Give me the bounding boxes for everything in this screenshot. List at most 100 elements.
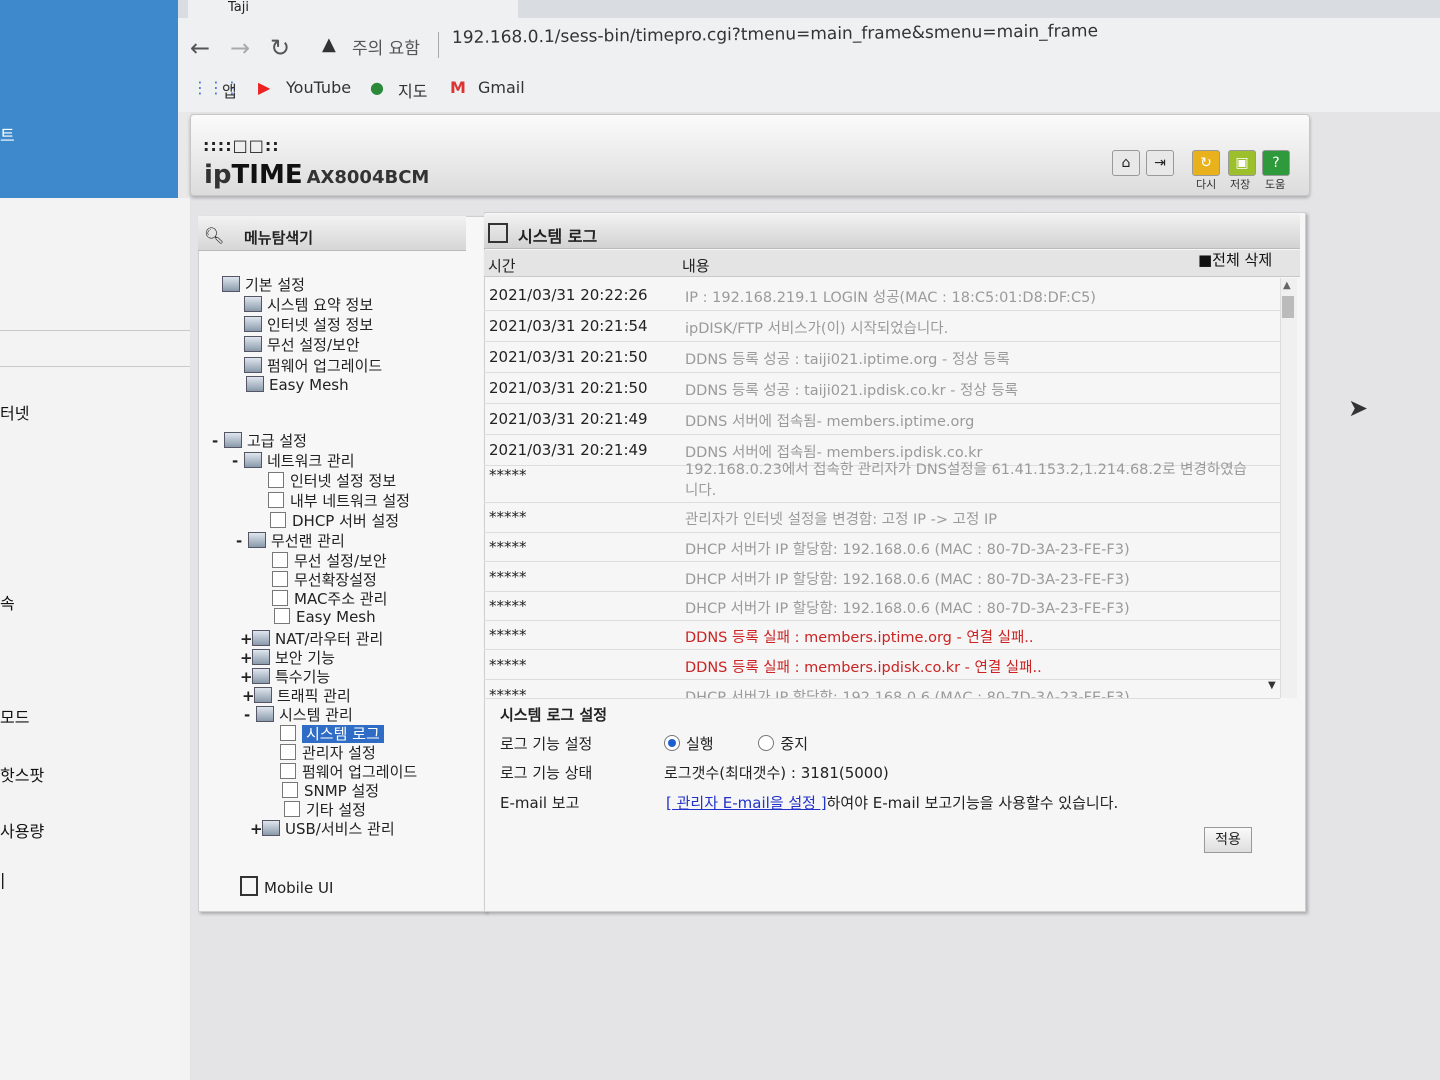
table-row: ***** 192.168.0.23에서 접속한 관리자가 DNS설정을 61.4… xyxy=(484,460,1280,503)
reload-button[interactable]: ↻ xyxy=(1192,150,1220,176)
sidebar-group-system[interactable]: - 시스템 관리 xyxy=(244,704,353,725)
sidebar-group-wireless[interactable]: - 무선랜 관리 xyxy=(236,530,345,551)
log-function-label: 로그 기능 설정 xyxy=(500,735,593,753)
sidebar-group-usb[interactable]: + USB/서비스 관리 xyxy=(250,818,395,839)
sidebar-group-traffic[interactable]: + 트래픽 관리 xyxy=(242,685,351,706)
bookmark-youtube[interactable]: YouTube xyxy=(286,78,351,97)
log-time: 2021/03/31 20:21:49 xyxy=(489,410,648,428)
home-icon[interactable]: ⌂ xyxy=(1112,150,1140,176)
admin-email-link[interactable]: [ 관리자 E-mail을 설정 ] xyxy=(666,794,827,812)
log-time: ***** xyxy=(489,538,527,556)
desktop-label: 터넷 xyxy=(0,404,30,423)
sidebar-group-nat[interactable]: + NAT/라우터 관리 xyxy=(240,628,383,649)
sidebar-item-admin[interactable]: 관리자 설정 xyxy=(280,742,376,763)
sidebar-item-mac[interactable]: MAC주소 관리 xyxy=(272,588,387,609)
apply-button[interactable]: 적용 xyxy=(1204,827,1252,853)
radio-run[interactable]: 실행 xyxy=(664,735,714,753)
sidebar-group-advanced[interactable]: - 고급 설정 xyxy=(212,430,307,451)
save-button[interactable]: ▣ xyxy=(1228,150,1256,176)
sidebar-item-snmp[interactable]: SNMP 설정 xyxy=(282,780,379,801)
mobile-ui-link[interactable]: Mobile UI xyxy=(240,876,333,897)
log-content: 관리자가 인터넷 설정을 변경함: 고정 IP -> 고정 IP xyxy=(685,512,997,528)
sidebar-item-lan-setup[interactable]: 내부 네트워크 설정 xyxy=(268,490,410,511)
sidebar-item-firmware[interactable]: 펌웨어 업그레이드 xyxy=(244,355,382,376)
bookmark-apps[interactable]: 앱 xyxy=(222,78,237,102)
sidebar-title: 메뉴탐색기 xyxy=(244,229,314,247)
url-divider xyxy=(438,32,439,58)
help-label: 도움 xyxy=(1265,178,1286,191)
back-icon[interactable]: ← xyxy=(190,34,210,62)
log-content: DHCP 서버가 IP 할당함: 192.168.0.6 (MAC : 80-7… xyxy=(685,542,1130,558)
sidebar-item-system-summary[interactable]: 시스템 요약 정보 xyxy=(244,294,373,315)
radio-stop[interactable]: 중지 xyxy=(758,735,808,753)
reload-icon[interactable]: ↻ xyxy=(270,34,290,62)
sidebar-group-basic[interactable]: 기본 설정 xyxy=(222,274,305,295)
warning-icon[interactable]: ▲ xyxy=(322,34,336,55)
table-row: ***** DDNS 등록 실패 : members.iptime.org - 연… xyxy=(484,620,1280,650)
sidebar-item-system-log[interactable]: 시스템 로그 xyxy=(280,723,384,744)
desktop-background xyxy=(0,0,178,198)
scroll-down-icon[interactable]: ▼ xyxy=(1268,680,1276,691)
bookmark-gmail[interactable]: Gmail xyxy=(478,78,525,97)
log-scrollbar[interactable] xyxy=(1280,278,1297,698)
sidebar-item-firmware-adv[interactable]: 펌웨어 업그레이드 xyxy=(280,761,417,782)
log-time: ***** xyxy=(489,597,527,615)
logout-icon[interactable]: ⇥ xyxy=(1146,150,1174,176)
bookmark-maps[interactable]: 지도 xyxy=(398,78,427,102)
sidebar-group-special[interactable]: + 특수기능 xyxy=(240,666,330,687)
tab-title: Taji xyxy=(228,0,249,15)
sidebar-item-easymesh-adv[interactable]: Easy Mesh xyxy=(274,608,376,626)
sidebar-item-wireless-setup[interactable]: 무선 설정/보안 xyxy=(272,550,387,571)
clear-all-button[interactable]: ■전체 삭제 xyxy=(1198,249,1272,270)
log-content: DDNS 등록 실패 : members.iptime.org - 연결 실패.… xyxy=(685,630,1034,646)
log-content: DHCP 서버가 IP 할당함: 192.168.0.6 (MAC : 80-7… xyxy=(685,690,1130,699)
sidebar-item-easymesh[interactable]: Easy Mesh xyxy=(246,376,349,394)
table-row: 2021/03/31 20:21:54 ipDISK/FTP 서비스가(이) 시작… xyxy=(484,311,1280,342)
table-row: 2021/03/31 20:21:49 DDNS 서버에 접속됨- members… xyxy=(484,404,1280,435)
save-label: 저장 xyxy=(1230,178,1251,191)
log-content: DDNS 서버에 접속됨- members.iptime.org xyxy=(685,414,975,430)
log-content: DDNS 등록 성공 : taiji021.ipdisk.co.kr - 정상 … xyxy=(685,383,1019,399)
sidebar-item-wireless-security[interactable]: 무선 설정/보안 xyxy=(244,334,360,355)
desktop-label: 사용량 xyxy=(0,822,45,841)
log-time: 2021/03/31 20:21:49 xyxy=(489,441,648,459)
table-row: ***** DHCP 서버가 IP 할당함: 192.168.0.6 (MAC :… xyxy=(484,562,1280,592)
table-row: 2021/03/31 20:21:50 DDNS 등록 성공 : taiji021… xyxy=(484,373,1280,404)
sidebar-item-internet-info[interactable]: 인터넷 설정 정보 xyxy=(244,314,373,335)
browser-tab[interactable]: Taji xyxy=(188,0,518,18)
scroll-up-icon[interactable]: ▲ xyxy=(1283,280,1291,291)
scroll-thumb[interactable] xyxy=(1282,296,1294,318)
log-time: ***** xyxy=(489,508,527,526)
sidebar-item-dhcp[interactable]: DHCP 서버 설정 xyxy=(270,510,399,531)
reload-label: 다시 xyxy=(1196,178,1217,191)
table-row: 2021/03/31 20:21:50 DDNS 등록 성공 : taiji021… xyxy=(484,342,1280,373)
log-content: DHCP 서버가 IP 할당함: 192.168.0.6 (MAC : 80-7… xyxy=(685,601,1130,617)
magnifier-icon: 🔍︎ xyxy=(204,226,225,245)
desktop-label: 트 xyxy=(0,126,15,145)
col-time: 시간 xyxy=(488,257,516,275)
log-table-header xyxy=(484,250,1300,277)
sidebar-group-network[interactable]: - 네트워크 관리 xyxy=(232,450,355,471)
log-time: ***** xyxy=(489,686,527,699)
help-button[interactable]: ? xyxy=(1262,150,1290,176)
log-time: ***** xyxy=(489,626,527,644)
log-content: IP : 192.168.219.1 LOGIN 성공(MAC : 18:C5:… xyxy=(685,290,1096,306)
sidebar-group-security[interactable]: + 보안 기능 xyxy=(240,647,335,668)
sidebar-item-wireless-extend[interactable]: 무선확장설정 xyxy=(272,569,377,590)
sidebar-item-internet-setup[interactable]: 인터넷 설정 정보 xyxy=(268,470,396,491)
log-content: ipDISK/FTP 서비스가(이) 시작되었습니다. xyxy=(685,321,949,337)
panel-header xyxy=(484,214,1300,249)
table-row: ***** DHCP 서버가 IP 할당함: 192.168.0.6 (MAC :… xyxy=(484,680,1280,699)
security-warning-label[interactable]: 주의 요함 xyxy=(352,34,420,59)
log-content: DDNS 등록 성공 : taiji021.iptime.org - 정상 등록 xyxy=(685,352,1010,368)
log-time: ***** xyxy=(489,466,527,484)
page-title: 시스템 로그 xyxy=(518,227,598,246)
forward-icon[interactable]: → xyxy=(230,34,250,62)
desktop-label: | xyxy=(0,870,6,889)
table-row: ***** DHCP 서버가 IP 할당함: 192.168.0.6 (MAC :… xyxy=(484,591,1280,621)
log-time: ***** xyxy=(489,568,527,586)
log-time: 2021/03/31 20:21:50 xyxy=(489,348,648,366)
sidebar-item-misc[interactable]: 기타 설정 xyxy=(284,799,366,820)
log-time: 2021/03/31 20:21:54 xyxy=(489,317,648,335)
log-content: DHCP 서버가 IP 할당함: 192.168.0.6 (MAC : 80-7… xyxy=(685,572,1130,588)
